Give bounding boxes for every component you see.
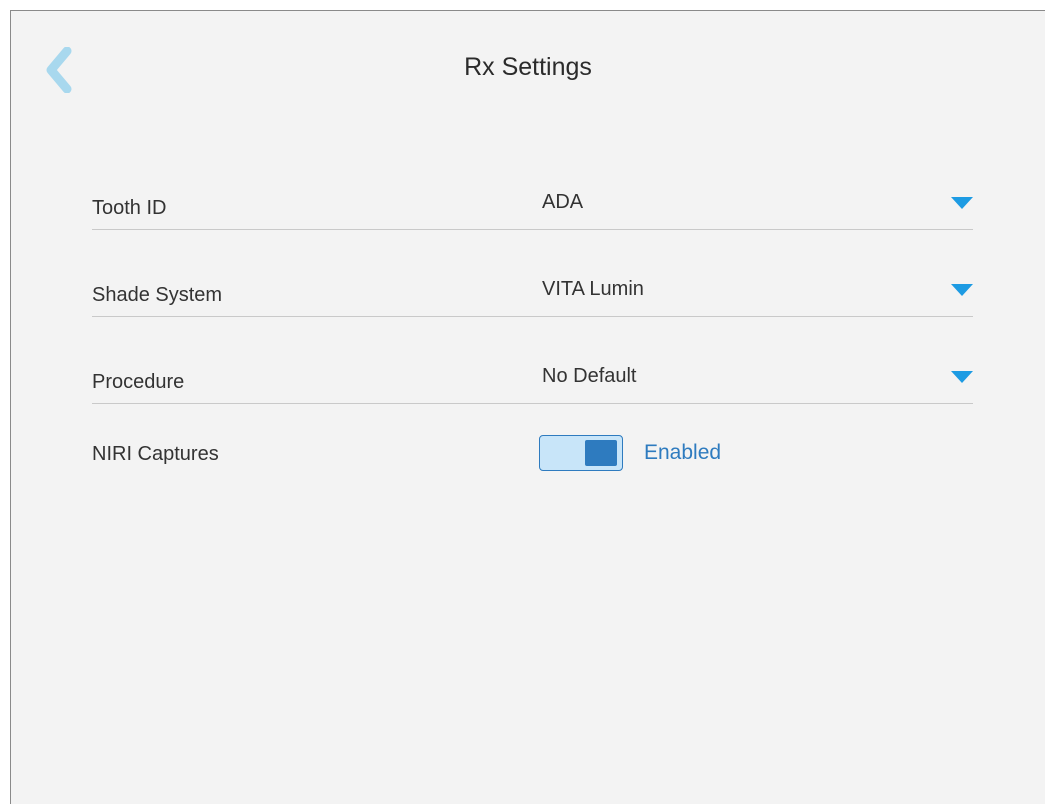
procedure-dropdown[interactable]: No Default: [542, 361, 973, 403]
settings-panel: Rx Settings Tooth ID ADA Shade System VI…: [10, 10, 1045, 804]
caret-down-icon: [951, 371, 973, 383]
setting-row-niri-captures: NIRI Captures Enabled: [92, 435, 973, 477]
setting-row-procedure: Procedure No Default: [92, 361, 973, 404]
caret-down-icon: [951, 197, 973, 209]
niri-captures-label: NIRI Captures: [92, 443, 219, 465]
procedure-label: Procedure: [92, 371, 185, 393]
niri-captures-toggle[interactable]: [539, 435, 623, 471]
shade-system-label: Shade System: [92, 284, 223, 306]
procedure-value: No Default: [542, 365, 637, 387]
tooth-id-dropdown[interactable]: ADA: [542, 187, 973, 229]
toggle-knob: [585, 440, 617, 466]
shade-system-value: VITA Lumin: [542, 278, 644, 300]
shade-system-dropdown[interactable]: VITA Lumin: [542, 274, 973, 316]
niri-captures-status: Enabled: [644, 441, 722, 464]
setting-row-tooth-id: Tooth ID ADA: [92, 187, 973, 230]
caret-down-icon: [951, 284, 973, 296]
setting-row-shade-system: Shade System VITA Lumin: [92, 274, 973, 317]
tooth-id-value: ADA: [542, 191, 584, 213]
page-title: Rx Settings: [464, 53, 592, 81]
tooth-id-label: Tooth ID: [92, 197, 167, 219]
